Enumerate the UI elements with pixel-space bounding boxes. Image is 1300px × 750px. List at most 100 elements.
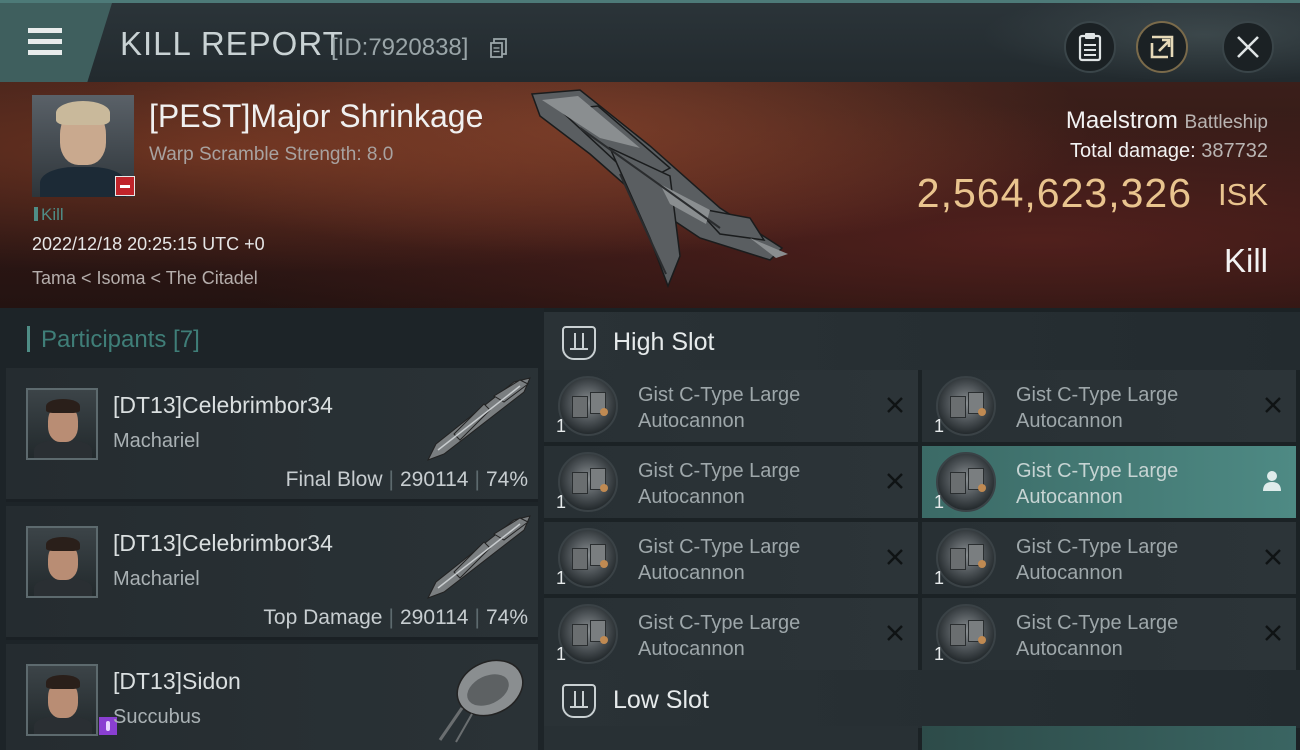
destroyed-x-icon (887, 473, 903, 489)
slot-item-name-line1: Gist C-Type Large (1016, 536, 1179, 558)
participant-ship-image (438, 659, 524, 743)
kill-result: Kill (1223, 242, 1268, 279)
victim-ship-image (530, 89, 788, 289)
top-bar: KILL REPORT [ID:7920838] (0, 0, 1300, 82)
slot-item-name-line1: Gist C-Type Large (638, 612, 801, 634)
destroyed-x-icon (887, 625, 903, 641)
slot-item-name-line2: Autocannon (638, 486, 745, 508)
participant-percent: 74% (485, 468, 528, 491)
warp-scramble-strength: Warp Scramble Strength: 8.0 (149, 144, 394, 165)
slot-quantity: 1 (934, 416, 945, 436)
isk-unit: ISK (1218, 177, 1268, 212)
participant-tag: Final Blow (285, 468, 383, 491)
autocannon-icon (558, 376, 618, 436)
hostile-badge-icon (115, 176, 135, 196)
slot-item-name-line2: Autocannon (638, 562, 745, 584)
slot-item-name-line2: Autocannon (1016, 638, 1123, 660)
participant-avatar[interactable] (26, 388, 98, 460)
low-slot-title: Low Slot (613, 686, 709, 714)
high-slot-item[interactable]: 1 Gist C-Type Large Autocannon (922, 522, 1296, 594)
slot-item-name: Gist C-Type Large Autocannon (1016, 458, 1246, 510)
dropped-user-icon (1263, 471, 1281, 491)
participant-ship: Machariel (113, 430, 200, 452)
participant-ship: Machariel (113, 568, 200, 590)
report-id: [ID:7920838] (331, 34, 469, 61)
victim-banner: [PEST]Major Shrinkage Warp Scramble Stre… (0, 82, 1300, 308)
kill-location: Tama < Isoma < The Citadel (32, 268, 258, 288)
close-icon (1237, 36, 1259, 58)
autocannon-icon (558, 604, 618, 664)
slot-item-name-line1: Gist C-Type Large (1016, 460, 1179, 482)
slot-item-name-line2: Autocannon (1016, 486, 1123, 508)
isk-value: 2,564,623,326 (916, 170, 1192, 216)
high-slot-item[interactable]: 1 Gist C-Type Large Autocannon (544, 598, 918, 670)
participant-card[interactable]: [DT13]Sidon Succubus (6, 644, 538, 750)
slot-item-name: Gist C-Type Large Autocannon (638, 610, 868, 662)
slot-item-name: Gist C-Type Large Autocannon (1016, 534, 1246, 586)
low-slot-item[interactable] (544, 726, 918, 750)
high-slot-item[interactable]: 1 Gist C-Type Large Autocannon (922, 598, 1296, 670)
low-slot-icon (562, 684, 596, 718)
copy-icon[interactable] (490, 38, 508, 58)
autocannon-icon (936, 452, 996, 512)
participant-card[interactable]: [DT13]Celebrimbor34 Machariel Top Damage… (6, 506, 538, 640)
participant-name: [DT13]Sidon (113, 668, 241, 694)
destroyed-x-icon (887, 397, 903, 413)
slot-item-name: Gist C-Type Large Autocannon (1016, 610, 1246, 662)
slot-item-name-line2: Autocannon (1016, 410, 1123, 432)
victim-name[interactable]: [PEST]Major Shrinkage (149, 98, 483, 135)
high-slot-item[interactable]: 1 Gist C-Type Large Autocannon (544, 370, 918, 442)
kill-timestamp: 2022/12/18 20:25:15 UTC +0 (32, 234, 265, 254)
destroyed-x-icon (1265, 397, 1281, 413)
participant-name: [DT13]Celebrimbor34 (113, 392, 333, 418)
total-damage-value: 387732 (1201, 140, 1268, 162)
high-slot-item[interactable]: 1 Gist C-Type Large Autocannon (544, 522, 918, 594)
destroyed-x-icon (887, 549, 903, 565)
share-icon (1150, 35, 1174, 59)
participant-tag: Top Damage (263, 606, 383, 629)
participants-header: Participants [7] (6, 308, 540, 368)
slot-quantity: 1 (934, 568, 945, 588)
slot-item-name-line1: Gist C-Type Large (1016, 384, 1179, 406)
slot-item-name-line1: Gist C-Type Large (638, 536, 801, 558)
victim-ship: Maelstrom Battleship (1066, 107, 1268, 135)
menu-button[interactable] (0, 3, 112, 82)
high-slot-item[interactable]: 1 Gist C-Type Large Autocannon (922, 370, 1296, 442)
close-button[interactable] (1222, 21, 1274, 73)
participant-name: [DT13]Celebrimbor34 (113, 530, 333, 556)
participant-card[interactable]: [DT13]Celebrimbor34 Machariel Final Blow… (6, 368, 538, 502)
low-slot-item[interactable] (922, 726, 1296, 750)
total-damage-label: Total damage: (1070, 140, 1196, 162)
victim-ship-class: Battleship (1184, 112, 1268, 133)
high-slot-icon (562, 326, 596, 360)
slot-item-name: Gist C-Type Large Autocannon (638, 458, 868, 510)
total-damage: Total damage: 387732 (1070, 140, 1268, 163)
destroyed-x-icon (1265, 625, 1281, 641)
kill-tag: Kill (34, 205, 64, 225)
high-slot-item-selected[interactable]: 1 Gist C-Type Large Autocannon (922, 446, 1296, 518)
slot-quantity: 1 (934, 492, 945, 512)
slot-quantity: 1 (556, 568, 567, 588)
participant-stats: Final Blow | 290114 | 74% (285, 468, 528, 491)
clipboard-button[interactable] (1064, 21, 1116, 73)
clipboard-icon (1078, 33, 1102, 62)
participants-marker (27, 326, 30, 352)
slot-quantity: 1 (934, 644, 945, 664)
slot-quantity: 1 (556, 416, 567, 436)
autocannon-icon (936, 376, 996, 436)
slot-quantity: 1 (556, 492, 567, 512)
share-button[interactable] (1136, 21, 1188, 73)
kill-tag-label: Kill (41, 205, 64, 224)
participant-avatar[interactable] (26, 664, 98, 736)
slot-item-name-line1: Gist C-Type Large (1016, 612, 1179, 634)
high-slot-title: High Slot (613, 328, 715, 356)
high-slot-header[interactable]: High Slot (544, 312, 1300, 370)
destroyed-x-icon (1265, 549, 1281, 565)
low-slot-header[interactable]: Low Slot (544, 670, 1300, 728)
slot-quantity: 1 (556, 644, 567, 664)
kill-tag-marker (34, 207, 38, 221)
autocannon-icon (936, 528, 996, 588)
participant-avatar[interactable] (26, 526, 98, 598)
fittings-panel: High Slot 1 Gist C-Type Large Autocannon … (544, 308, 1300, 750)
high-slot-item[interactable]: 1 Gist C-Type Large Autocannon (544, 446, 918, 518)
